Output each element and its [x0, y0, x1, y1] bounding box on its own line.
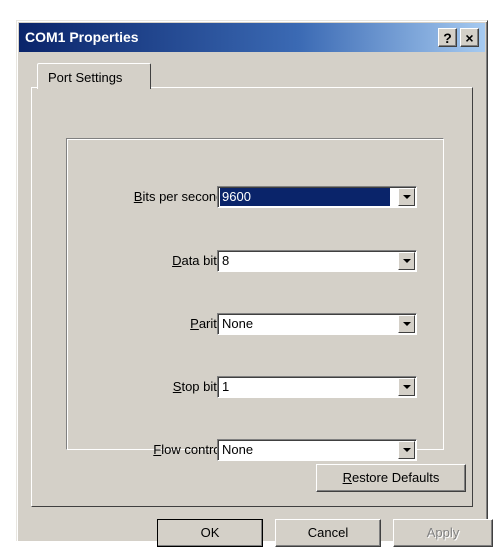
cancel-button[interactable]: Cancel	[275, 519, 381, 547]
flow-control-value: None	[222, 442, 254, 457]
data-bits-label: Data bits:	[172, 253, 227, 268]
ok-button[interactable]: OK	[157, 519, 263, 547]
port-settings-panel: Bits per second: 9600 Data bits: 8 Parit…	[31, 87, 473, 507]
close-button[interactable]: ×	[460, 28, 479, 47]
chevron-down-icon[interactable]	[398, 252, 415, 270]
tab-label: Port Settings	[48, 70, 123, 85]
parity-value: None	[222, 316, 254, 331]
chevron-down-icon[interactable]	[398, 378, 415, 396]
bits-per-second-value: 9600	[220, 188, 390, 206]
tab-port-settings[interactable]: Port Settings	[37, 63, 151, 89]
title-bar[interactable]: COM1 Properties ? ×	[19, 23, 485, 52]
bits-per-second-label: Bits per second:	[133, 189, 227, 204]
com1-properties-dialog: COM1 Properties ? × Port Settings Bits p…	[16, 20, 493, 547]
chevron-down-icon[interactable]	[398, 315, 415, 333]
parity-select[interactable]: None	[217, 313, 417, 335]
chevron-down-icon[interactable]	[398, 188, 415, 206]
data-bits-value: 8	[222, 253, 230, 268]
settings-groupbox: Bits per second: 9600 Data bits: 8 Parit…	[66, 138, 444, 461]
parity-label: Parity:	[190, 316, 227, 331]
restore-defaults-button[interactable]: Restore Defaults	[316, 464, 466, 492]
flow-control-select[interactable]: None	[217, 439, 417, 461]
apply-button[interactable]: Apply	[393, 519, 493, 547]
data-bits-select[interactable]: 8	[217, 250, 417, 272]
stop-bits-select[interactable]: 1	[217, 376, 417, 398]
help-button[interactable]: ?	[438, 28, 457, 47]
stop-bits-label: Stop bits:	[172, 379, 227, 394]
window-title: COM1 Properties	[25, 29, 139, 45]
flow-control-label: Flow control:	[153, 442, 227, 457]
bits-per-second-select[interactable]: 9600	[217, 186, 417, 208]
chevron-down-icon[interactable]	[398, 441, 415, 459]
stop-bits-value: 1	[222, 379, 230, 394]
